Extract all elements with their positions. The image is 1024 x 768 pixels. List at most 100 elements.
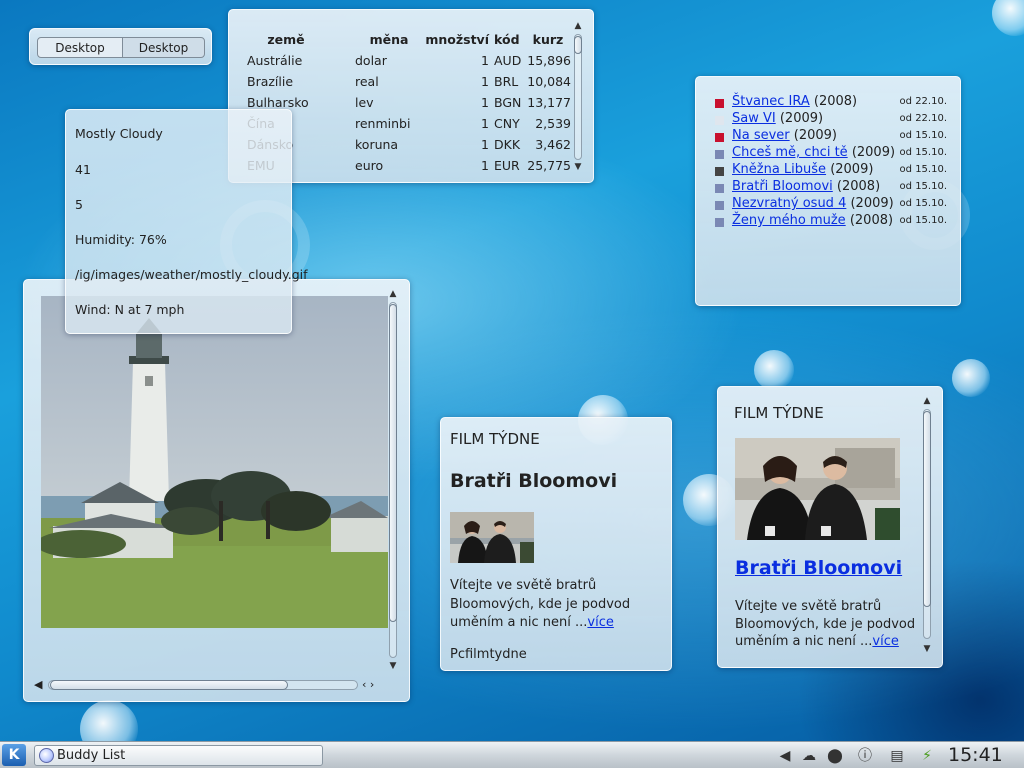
movie-link[interactable]: Saw VI (732, 111, 776, 126)
film-description: Vítejte ve světě bratrů Bloomových, kde … (450, 577, 660, 633)
color-marker-icon (715, 201, 724, 210)
film-picture[interactable] (735, 438, 900, 540)
taskbar: K Buddy List ◀ ☁ ⬤ ⓘ ▤ ⚡ 15:41 (0, 741, 1024, 768)
weather-widget: Mostly Cloudy 41 5 Humidity: 76% /ig/ima… (65, 109, 308, 334)
premiere-date: od 15.10. (899, 147, 947, 158)
desktop-1-button[interactable]: Desktop (37, 37, 123, 58)
frame-horizontal-scrollbar[interactable]: ◀ ‹ › (32, 678, 384, 692)
scroll-thumb[interactable] (389, 304, 397, 622)
film-title: Bratři Bloomovi (450, 470, 618, 492)
table-cell: 1 (481, 53, 489, 68)
table-cell: renminbi (355, 116, 411, 131)
table-row: Dánsko koruna 1 DKK 3,462 (247, 134, 571, 155)
film-still-image (450, 512, 534, 563)
scroll-down-icon[interactable]: ▼ (572, 161, 584, 173)
movie-year: (2008) (836, 179, 881, 194)
scroll-thumb[interactable] (50, 680, 288, 690)
desktop-2-button[interactable]: Desktop (122, 37, 205, 58)
scroll-up-icon[interactable]: ▲ (921, 395, 933, 407)
film-description: Vítejte ve světě bratrů Bloomových, kde … (735, 598, 923, 651)
film-title-link[interactable]: Bratři Bloomovi (735, 557, 902, 579)
lighthouse-image (41, 296, 388, 628)
weather-temperature: 41 (75, 162, 91, 177)
scroll-down-icon[interactable]: ▼ (387, 660, 399, 672)
column-header-country: země (267, 32, 305, 47)
scroll-thumb[interactable] (923, 411, 931, 607)
wallpaper-bubble (992, 0, 1024, 36)
movie-link[interactable]: Kněžna Libuše (732, 162, 826, 177)
table-cell: dolar (355, 53, 387, 68)
table-row: EMU euro 1 EUR 25,775 (247, 155, 571, 176)
table-cell: EUR (494, 158, 520, 173)
widget-title: FILM TÝDNE (450, 430, 540, 448)
more-link[interactable]: více (872, 634, 898, 649)
table-cell: 2,539 (535, 116, 571, 131)
table-cell: 1 (481, 95, 489, 110)
movie-link[interactable]: Na sever (732, 128, 790, 143)
scroll-right-icon[interactable]: ‹ › (362, 678, 374, 691)
table-cell: koruna (355, 137, 399, 152)
pager-widget: Desktop Desktop (29, 28, 212, 65)
table-cell: DKK (494, 137, 521, 152)
device-notifier-icon[interactable]: ▤ (886, 745, 908, 767)
table-cell: 15,896 (527, 53, 571, 68)
table-cell: AUD (494, 53, 522, 68)
lighthouse-photo (41, 296, 388, 628)
wallpaper-bubble (754, 350, 794, 390)
clock[interactable]: 15:41 (948, 744, 1003, 766)
tray-collapse-icon[interactable]: ◀ (774, 745, 796, 767)
premiere-date: od 22.10. (899, 96, 947, 107)
premiere-date: od 22.10. (899, 113, 947, 124)
table-cell: 1 (481, 116, 489, 131)
table-cell: real (355, 74, 379, 89)
movie-link[interactable]: Štvanec IRA (732, 94, 810, 109)
movie-link[interactable]: Nezvratný osud 4 (732, 196, 846, 211)
film-of-week-widget-2: FILM TÝDNE Bratři Bloomovi Vítejte ve sv… (717, 386, 943, 668)
frame-vertical-scrollbar[interactable]: ▲ ▼ (387, 288, 399, 678)
weather-value: 5 (75, 197, 83, 212)
weather-wind: Wind: N at 7 mph (75, 302, 185, 317)
task-label: Buddy List (57, 748, 126, 763)
task-button-buddy-list[interactable]: Buddy List (34, 745, 323, 766)
movie-premieres-widget: Štvanec IRA (2008) od 22.10. Saw VI (200… (695, 76, 961, 306)
movie-link[interactable]: Ženy mého muže (732, 213, 846, 228)
exchange-scrollbar[interactable]: ▲ ▼ (572, 20, 584, 174)
weather-condition: Mostly Cloudy (75, 126, 163, 141)
table-cell: Brazílie (247, 74, 294, 89)
premiere-date: od 15.10. (899, 130, 947, 141)
film-of-week-widget: FILM TÝDNE Bratři Bloomovi Vítejte ve sv… (440, 417, 672, 671)
table-header-row: země měna množství kód kurz (247, 29, 571, 50)
movie-year: (2008) (813, 94, 858, 109)
color-marker-icon (715, 116, 724, 125)
kde-menu-icon[interactable]: K (2, 744, 26, 766)
table-row: Brazílie real 1 BRL 10,084 (247, 71, 571, 92)
widget-footer: Pcfilmtydne (450, 647, 527, 662)
update-notifier-icon[interactable]: ⬤ (824, 745, 846, 767)
more-link[interactable]: více (587, 615, 613, 630)
battery-icon[interactable]: ⚡ (916, 745, 938, 767)
weather-icon-path: /ig/images/weather/mostly_cloudy.gif (75, 267, 308, 282)
premiere-date: od 15.10. (899, 198, 947, 209)
scroll-thumb[interactable] (574, 36, 582, 54)
scroll-up-icon[interactable]: ▲ (572, 20, 584, 32)
table-cell: euro (355, 158, 384, 173)
color-marker-icon (715, 133, 724, 142)
table-cell: BGN (494, 95, 522, 110)
movie-year: (2009) (850, 196, 894, 211)
table-cell: Austrálie (247, 53, 303, 68)
scroll-up-icon[interactable]: ▲ (387, 288, 399, 300)
scroll-down-icon[interactable]: ▼ (921, 643, 933, 655)
movie-link[interactable]: Chceš mě, chci tě (732, 145, 848, 160)
film-scrollbar[interactable]: ▲ ▼ (921, 395, 933, 659)
table-cell: 13,177 (527, 95, 571, 110)
scroll-left-icon[interactable]: ◀ (34, 678, 42, 691)
film-thumbnail[interactable] (450, 512, 534, 563)
list-item: Ženy mého muže (2008) od 15.10. (715, 213, 947, 230)
column-header-code: kód (494, 32, 520, 47)
column-header-rate: kurz (532, 32, 564, 47)
pidgin-tray-icon[interactable]: ☁ (798, 745, 820, 767)
table-cell: 3,462 (535, 137, 571, 152)
info-icon[interactable]: ⓘ (854, 745, 876, 767)
list-item: Nezvratný osud 4 (2009) od 15.10. (715, 196, 947, 213)
movie-link[interactable]: Bratři Bloomovi (732, 179, 833, 194)
